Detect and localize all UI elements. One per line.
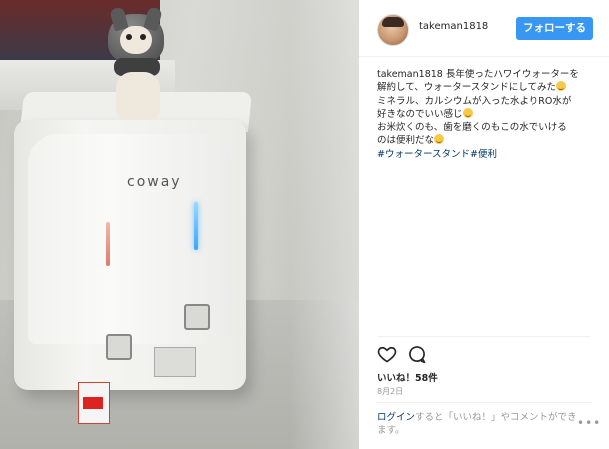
smile-emoji-icon [462,107,473,118]
smile-emoji-icon [555,81,566,92]
caption-line-5: お米炊くのも、歯を磨くのもこの水でいける [377,121,599,134]
post-side-panel: takeman1818 フォローする takeman1818 長年使ったハワイウォ… [359,0,609,449]
purifier-cold-led [194,202,198,250]
hashtag-link[interactable]: #便利 [470,149,497,160]
caption-text-4: 好きなのでいい感じ [377,108,463,120]
purifier-brand: coway [127,174,182,190]
post-header: takeman1818 フォローする [359,0,609,57]
avatar[interactable] [377,14,409,46]
caption-text-2: 解約して、ウォータースタンドにしてみた [377,82,556,94]
purifier-button-right [184,304,210,330]
purifier-nozzle [154,347,196,377]
post-date[interactable]: 8月2日 [377,386,403,397]
caption-line-2: 解約して、ウォータースタンドにしてみた [377,81,599,94]
water-purifier: coway [14,92,253,424]
caption-text-3: ミネラル、カルシウムが入った水よりRO水が [377,95,572,107]
follow-button[interactable]: フォローする [516,17,593,40]
post-photo[interactable]: coway [0,0,359,449]
caption-text-5: お米炊くのも、歯を磨くのもこの水でいける [377,122,567,134]
purifier-button-left [106,334,132,360]
caption-hashtags: #ウォータースタンド#便利 [377,148,599,161]
smile-emoji-icon [434,134,445,145]
caption-text-6: のは便利だな [377,135,435,147]
heart-icon[interactable] [377,344,397,364]
caption-line-6: のは便利だな [377,134,599,147]
login-link[interactable]: ログイン [377,412,415,423]
dog-face [120,26,152,54]
comment-icon[interactable] [407,344,427,364]
likes-count[interactable]: いいね！58件 [377,370,438,384]
caption-line-1: takeman1818 長年使ったハワイウォーターを [377,68,599,81]
caption-line-3: ミネラル、カルシウムが入った水よりRO水が [377,95,599,108]
caption-text-1: 長年使ったハワイウォーターを [445,69,579,80]
caption-line-4: 好きなのでいい感じ [377,107,599,121]
dog-body [116,72,160,120]
hashtag-link[interactable]: #ウォータースタンド [377,149,470,160]
purifier-sticker [78,382,110,424]
username-link[interactable]: takeman1818 [419,21,488,32]
dog-figurine [104,6,170,126]
purifier-hot-led [106,222,110,266]
more-dots-icon[interactable]: ••• [577,416,601,430]
instagram-post-embed: coway takeman1818 フォローする takeman1818 長年使っ… [0,0,609,449]
divider [377,402,591,403]
caption-username[interactable]: takeman1818 [377,69,443,80]
photo-reflection [290,0,359,449]
login-prompt: ログインすると「いいね！」やコメントができます。 [377,411,577,437]
post-caption: takeman1818 長年使ったハワイウォーターを 解約して、ウォータースタンド… [377,68,599,161]
divider [377,336,591,337]
